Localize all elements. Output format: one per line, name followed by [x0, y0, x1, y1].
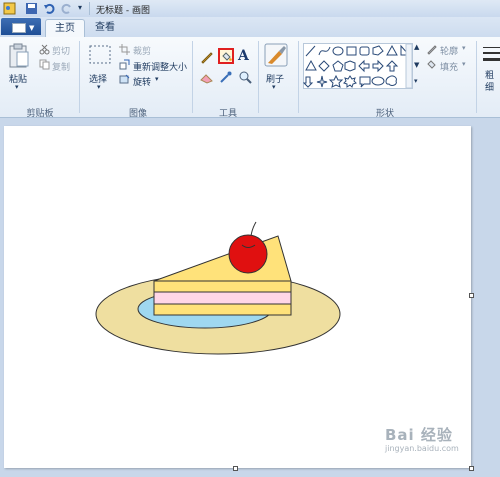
file-menu-icon [12, 23, 26, 33]
save-icon[interactable] [25, 2, 38, 15]
select-dropdown-icon[interactable]: ▾ [97, 83, 101, 91]
size-label[interactable]: 粗细 [485, 70, 495, 94]
brushes-icon[interactable] [264, 43, 288, 67]
copy-label[interactable]: 复制 [52, 60, 70, 73]
color-picker-icon[interactable] [219, 70, 233, 84]
resize-icon[interactable] [119, 59, 130, 70]
shapes-gallery[interactable] [303, 43, 413, 89]
crop-label[interactable]: 裁剪 [133, 44, 151, 57]
cake-drawing [95, 221, 341, 355]
window-title: 无标题 - 画图 [96, 6, 150, 16]
crop-icon[interactable] [119, 44, 130, 55]
resize-handle-right[interactable] [469, 293, 474, 298]
redo-icon[interactable] [60, 2, 73, 15]
rotate-icon[interactable] [119, 74, 130, 85]
group-separator [298, 41, 299, 113]
size-icon[interactable] [483, 45, 500, 65]
group-separator [258, 41, 259, 113]
cake-layer [153, 280, 292, 293]
fill-bucket-tool-selected[interactable] [218, 48, 234, 64]
cake-middle-layer [153, 291, 292, 305]
ribbon: 粘贴 ▾ 剪切 复制 剪贴板 选择 ▾ 裁剪 重新调整大小 旋转 ▾ 图像 A … [0, 37, 500, 119]
outline-dropdown-icon[interactable]: ▾ [462, 44, 466, 52]
eraser-icon[interactable] [200, 70, 214, 84]
cherry-shape [228, 234, 268, 274]
paste-dropdown-icon[interactable]: ▾ [15, 83, 19, 91]
shapes-scroll-up-icon[interactable]: ▲ [414, 43, 419, 51]
cut-label[interactable]: 剪切 [52, 44, 70, 57]
magnifier-icon[interactable] [238, 70, 252, 84]
tab-home[interactable]: 主页 [45, 19, 85, 37]
title-bar: ▾ 无标题 - 画图 [0, 0, 500, 18]
tab-view[interactable]: 查看 [88, 19, 122, 36]
title-divider [89, 2, 90, 15]
resize-label[interactable]: 重新调整大小 [133, 60, 187, 73]
rotate-dropdown-icon[interactable]: ▾ [155, 75, 159, 83]
copy-icon[interactable] [39, 59, 50, 70]
resize-handle-bottom[interactable] [233, 466, 238, 471]
fill-bucket-icon [222, 52, 232, 61]
drawing-canvas[interactable] [4, 126, 471, 468]
undo-icon[interactable] [43, 2, 56, 15]
cut-icon[interactable] [39, 44, 50, 55]
group-separator [476, 41, 477, 113]
fill-dropdown-icon[interactable]: ▾ [462, 60, 466, 68]
fill-icon[interactable] [426, 59, 438, 70]
cake-bottom-layer [153, 303, 292, 316]
watermark-url: jingyan.baidu.com [385, 444, 459, 453]
cake-top-shape [153, 235, 292, 282]
file-menu-dropdown-icon: ▼ [29, 24, 35, 32]
shapes-more-icon[interactable]: ▾ [414, 77, 418, 85]
brushes-dropdown-icon[interactable]: ▾ [272, 83, 276, 91]
resize-handle-corner[interactable] [469, 466, 474, 471]
paint-app-icon [3, 2, 16, 15]
group-separator [192, 41, 193, 113]
ribbon-tabs: ▼ 主页 查看 [0, 17, 500, 37]
outline-icon[interactable] [426, 44, 438, 55]
watermark-logo: Bai 经验 [385, 426, 453, 444]
pencil-icon[interactable] [200, 50, 214, 64]
group-separator [79, 41, 80, 113]
select-icon[interactable] [89, 45, 111, 65]
rotate-label[interactable]: 旋转 [133, 75, 151, 88]
shapes-scroll-down-icon[interactable]: ▼ [414, 61, 419, 69]
file-menu-button[interactable]: ▼ [1, 18, 41, 35]
text-tool-icon[interactable]: A [238, 48, 249, 64]
outline-label[interactable]: 轮廓 [440, 44, 458, 57]
fill-label[interactable]: 填充 [440, 60, 458, 73]
paste-icon[interactable] [8, 43, 30, 69]
